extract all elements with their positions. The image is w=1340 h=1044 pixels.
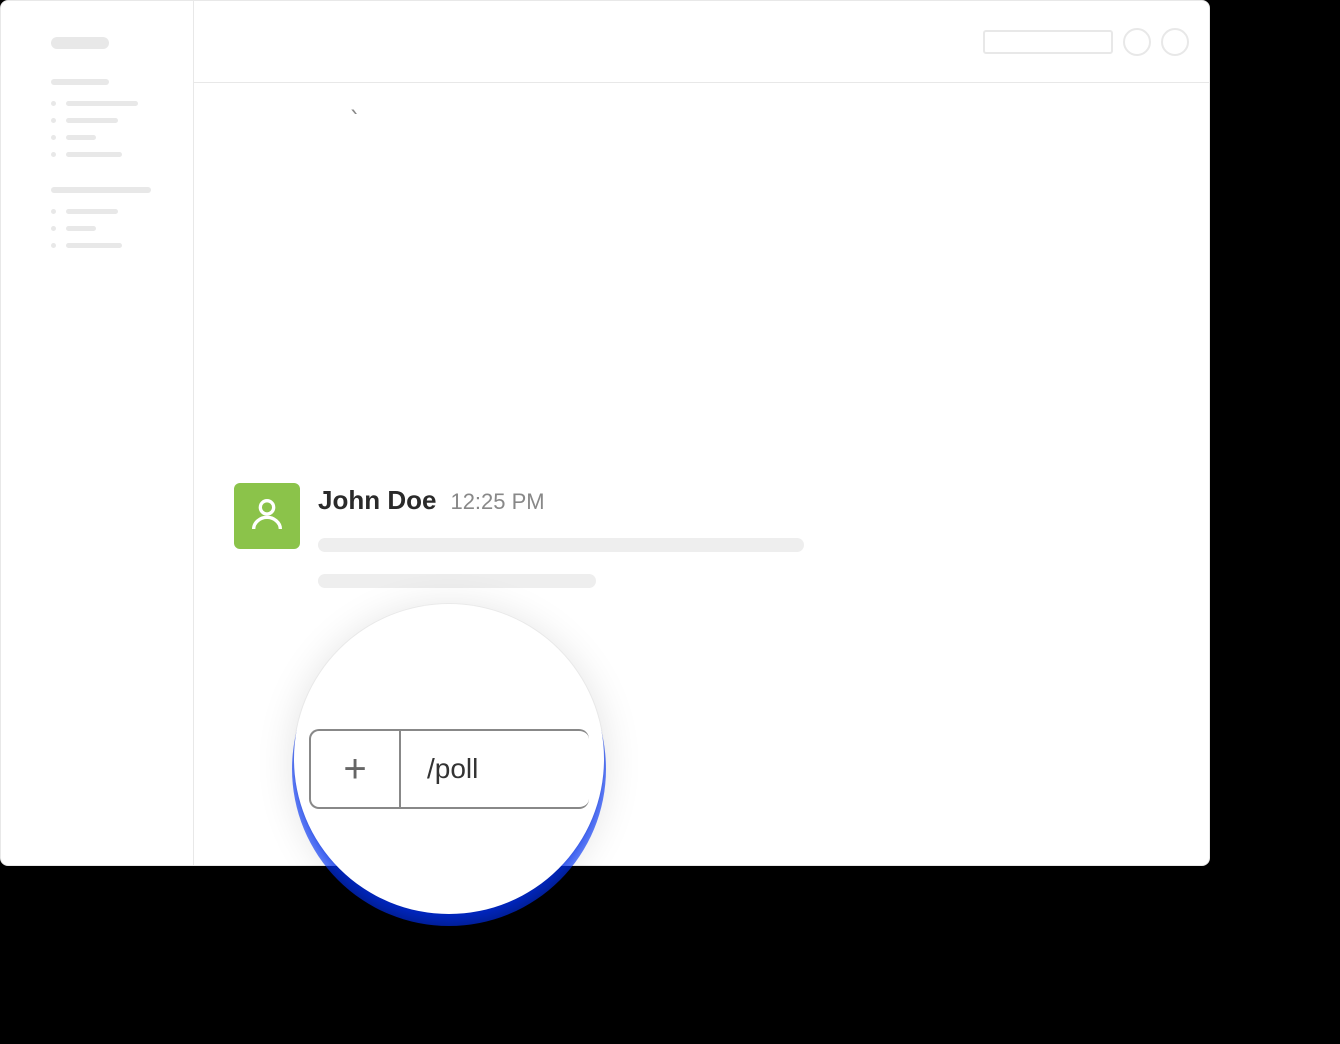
sidebar [1, 1, 194, 865]
message-text-placeholder [318, 538, 804, 552]
message-body: John Doe 12:25 PM [318, 483, 804, 610]
sidebar-item[interactable] [51, 152, 177, 157]
message-header: John Doe 12:25 PM [318, 485, 804, 516]
sidebar-section-title [51, 79, 109, 85]
sidebar-item[interactable] [51, 209, 177, 214]
header-action-button[interactable] [1161, 28, 1189, 56]
sidebar-item[interactable] [51, 101, 177, 106]
sidebar-bullet-icon [51, 101, 56, 106]
message-timestamp: 12:25 PM [450, 489, 544, 515]
sidebar-bullet-icon [51, 209, 56, 214]
sidebar-workspace-title [51, 37, 109, 49]
sidebar-item-label [66, 101, 138, 106]
sidebar-item-label [66, 226, 96, 231]
message-author[interactable]: John Doe [318, 485, 436, 516]
composer-text: /poll [427, 753, 478, 785]
sidebar-bullet-icon [51, 135, 56, 140]
sidebar-item-label [66, 152, 122, 157]
message-text-placeholder [318, 574, 596, 588]
sidebar-item[interactable] [51, 243, 177, 248]
sidebar-item-label [66, 209, 118, 214]
sidebar-bullet-icon [51, 226, 56, 231]
sidebar-item-label [66, 118, 118, 123]
sidebar-item[interactable] [51, 135, 177, 140]
sidebar-bullet-icon [51, 118, 56, 123]
composer-input[interactable]: /poll [399, 729, 589, 809]
person-icon [247, 494, 287, 539]
message-row: John Doe 12:25 PM [234, 483, 804, 610]
search-input[interactable] [983, 30, 1113, 54]
composer-add-button[interactable]: + [309, 729, 399, 809]
sidebar-bullet-icon [51, 152, 56, 157]
stray-mark: ` [348, 107, 362, 135]
sidebar-section-title [51, 187, 151, 193]
top-bar [194, 1, 1209, 83]
sidebar-item[interactable] [51, 118, 177, 123]
app-window: ` John Doe 12:25 PM [0, 0, 1210, 866]
header-action-button[interactable] [1123, 28, 1151, 56]
message-composer: + /poll [309, 729, 589, 809]
sidebar-bullet-icon [51, 243, 56, 248]
zoom-lens: + /poll [294, 604, 604, 914]
sidebar-item-label [66, 243, 122, 248]
sidebar-item-label [66, 135, 96, 140]
plus-icon: + [343, 747, 366, 792]
user-avatar[interactable] [234, 483, 300, 549]
sidebar-item[interactable] [51, 226, 177, 231]
